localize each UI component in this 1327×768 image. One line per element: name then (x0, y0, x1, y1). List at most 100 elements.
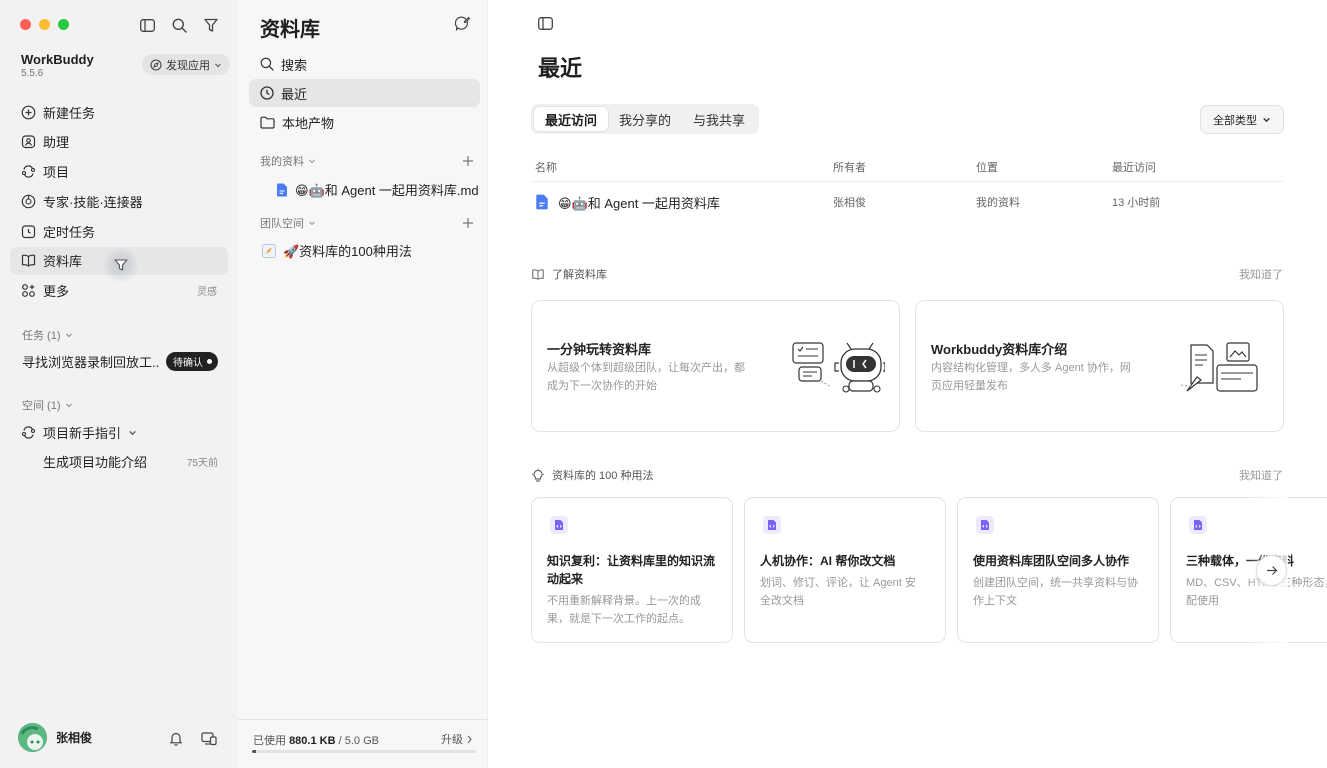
window-controls (20, 19, 69, 30)
chevron-down-icon[interactable] (128, 428, 137, 437)
learn-library-section: 了解资料库 我知道了 (531, 266, 1283, 282)
column-header-name[interactable]: 名称 (531, 159, 833, 175)
chevron-down-icon (1263, 117, 1270, 123)
close-window-button[interactable] (20, 19, 31, 30)
uses-dismiss-link[interactable]: 我知道了 (1239, 467, 1283, 483)
learn-dismiss-link[interactable]: 我知道了 (1239, 266, 1283, 282)
folder-icon (260, 116, 275, 129)
use-card-title: 使用资料库团队空间多人协作 (973, 554, 1130, 568)
sidebar-item-new-task[interactable]: 新建任务 (10, 98, 228, 126)
discover-apps-button[interactable]: 发现应用 (142, 54, 230, 75)
spaces-section-label: 空间 (1) (22, 400, 61, 412)
spaces-section-toggle[interactable]: 空间 (1) (22, 397, 73, 413)
alarm-clock-icon (21, 225, 36, 238)
storage-usage: 已使用 880.1 KB / 5.0 GB 升级 (238, 719, 487, 768)
team-space-name: 🚀资料库的100种用法 (283, 244, 412, 259)
sidebar-item-assistant[interactable]: 助理 (10, 128, 228, 156)
project-icon (21, 426, 36, 439)
learn-card[interactable]: 一分钟玩转资料库 从超级个体到超级团队，让每次产出，都成为下一次协作的开始 (531, 300, 900, 432)
tab-shared-with-me[interactable]: 与我共享 (682, 107, 756, 131)
sidebar-item-label: 专家·技能·连接器 (43, 194, 143, 210)
search-icon[interactable] (170, 16, 188, 34)
tab-shared-by-me[interactable]: 我分享的 (608, 107, 682, 131)
type-filter-label: 全部类型 (1213, 114, 1257, 127)
app-name: WorkBuddy (21, 52, 94, 67)
panel-toggle-icon[interactable] (538, 17, 553, 30)
chevron-down-icon (309, 159, 315, 164)
add-icon[interactable] (462, 155, 474, 167)
main-content: 最近 最近访问 我分享的 与我共享 全部类型 名称 所有者 位置 最近访问 😁🤖… (488, 0, 1327, 768)
space-name: 项目新手指引 (43, 426, 122, 441)
new-chat-icon[interactable] (455, 16, 471, 31)
search-icon (260, 57, 274, 71)
zoom-window-button[interactable] (58, 19, 69, 30)
user-profile[interactable]: 张相俊 (18, 723, 218, 752)
add-icon[interactable] (462, 217, 474, 229)
storage-used-label: 已使用 (253, 735, 286, 747)
space-item[interactable]: 项目新手指引 (21, 423, 137, 442)
document-icon (536, 194, 548, 210)
chevron-down-icon (65, 403, 72, 408)
column-header-owner[interactable]: 所有者 (833, 159, 976, 175)
team-space-item[interactable]: 🚀资料库的100种用法 (262, 241, 412, 260)
sidebar-item-label: 助理 (43, 135, 70, 151)
book-icon (21, 255, 36, 268)
sidebar-toolbar (138, 16, 220, 34)
lightbulb-icon (532, 468, 544, 482)
use-card[interactable]: 使用资料库团队空间多人协作 创建团队空间，统一共享资料与协作上下文 (957, 497, 1159, 643)
mouse-cursor (104, 248, 138, 282)
chevron-down-icon (309, 221, 315, 226)
storage-used: 880.1 KB (289, 735, 336, 747)
task-item[interactable]: 寻找浏览器录制回放工... 待确认 (22, 352, 218, 371)
bell-icon[interactable] (168, 730, 184, 746)
storage-total: 5.0 GB (344, 735, 379, 747)
uses-section-title: 资料库的 100 种用法 (552, 470, 654, 482)
tasks-section-label: 任务 (1) (22, 330, 61, 342)
use-card-title: 人机协作：AI 帮你改文档 (760, 554, 896, 568)
code-doc-icon (763, 516, 781, 534)
tab-recent-visits[interactable]: 最近访问 (534, 107, 609, 131)
column-header-last-visit[interactable]: 最近访问 (1112, 159, 1262, 175)
expert-icon (21, 194, 36, 209)
sidebar-item-scheduled-tasks[interactable]: 定时任务 (10, 217, 228, 245)
column-header-location[interactable]: 位置 (976, 159, 1112, 175)
file-name: 😁🤖和 Agent 一起用资料库 (558, 195, 720, 211)
storage-separator: / (338, 735, 342, 747)
use-card[interactable]: 知识复利：让资料库里的知识流动起来 不用重新解释背景。上一次的成果，就是下一次工… (531, 497, 733, 643)
library-panel: 资料库 搜索 最近 本地产物 我的资料 😁🤖和 Agent 一起用资料库.md … (238, 0, 488, 768)
use-card[interactable]: 人机协作：AI 帮你改文档 划词、修订、评论，让 Agent 安全改文档 (744, 497, 946, 643)
discover-label: 发现应用 (166, 59, 210, 72)
learn-card[interactable]: Workbuddy资料库介绍 内容结构化管理，多人多 Agent 协作，网页应用… (915, 300, 1284, 432)
my-files-toggle[interactable]: 我的资料 (260, 153, 316, 169)
avatar[interactable] (18, 723, 47, 752)
device-switch-icon[interactable] (201, 730, 217, 746)
file-owner: 张相俊 (833, 197, 866, 209)
upgrade-button[interactable]: 升级 (441, 731, 473, 747)
team-space-toggle[interactable]: 团队空间 (260, 215, 316, 231)
sidebar-item-projects[interactable]: 项目 (10, 158, 228, 186)
type-filter-dropdown[interactable]: 全部类型 (1200, 105, 1284, 134)
library-nav-recent[interactable]: 最近 (249, 79, 480, 107)
learn-card-desc: 从超级个体到超级团队，让每次产出，都成为下一次协作的开始 (547, 362, 745, 392)
library-nav-search[interactable]: 搜索 (249, 50, 480, 78)
sidebar-item-experts[interactable]: 专家·技能·连接器 (10, 187, 228, 215)
sidebar-toggle-icon[interactable] (138, 16, 156, 34)
space-child-item[interactable]: 生成项目功能介绍 75天前 (43, 452, 218, 471)
use-card-title: 知识复利：让资料库里的知识流动起来 (547, 554, 716, 586)
sidebar-item-label: 更多 (43, 284, 70, 300)
minimize-window-button[interactable] (39, 19, 50, 30)
recent-table: 名称 所有者 位置 最近访问 😁🤖和 Agent 一起用资料库 张相俊 我的资料… (531, 152, 1283, 222)
table-row[interactable]: 😁🤖和 Agent 一起用资料库 张相俊 我的资料 13 小时前 (531, 182, 1283, 222)
carousel-next-button[interactable] (1256, 555, 1287, 586)
tasks-section-toggle[interactable]: 任务 (1) (22, 327, 73, 343)
my-file-item[interactable]: 😁🤖和 Agent 一起用资料库.md (276, 180, 479, 199)
filter-icon[interactable] (202, 16, 220, 34)
sidebar: WorkBuddy 5.5.6 发现应用 新建任务 助理 项目 专家·技能·连接… (0, 0, 238, 768)
library-nav-label: 最近 (281, 86, 308, 102)
recent-tabs: 最近访问 我分享的 与我共享 (531, 104, 760, 134)
library-nav-local[interactable]: 本地产物 (249, 108, 480, 136)
sidebar-item-hint: 灵感 (197, 287, 217, 299)
code-doc-icon (550, 516, 568, 534)
robot-illustration (791, 339, 885, 395)
space-child-title: 生成项目功能介绍 (43, 455, 148, 470)
